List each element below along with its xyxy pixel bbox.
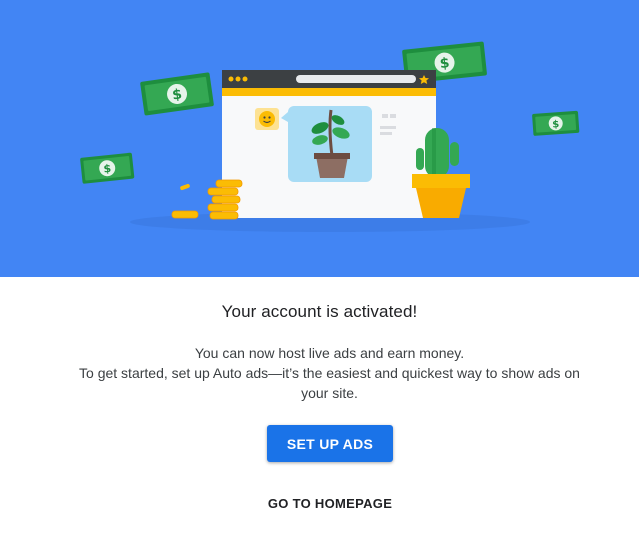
go-to-homepage-button[interactable]: GO TO HOMEPAGE [255, 491, 405, 515]
svg-text:$: $ [439, 55, 450, 72]
svg-text:$: $ [103, 162, 112, 176]
coin-stack-icon [171, 179, 243, 220]
smiley-avatar-icon [255, 108, 279, 130]
money-bill-icon: $ [532, 110, 580, 136]
browser-window-icon [222, 70, 436, 218]
description: You can now host live ads and earn money… [70, 343, 589, 403]
set-up-ads-button[interactable]: SET UP ADS [267, 425, 393, 462]
svg-text:$: $ [552, 119, 560, 130]
activation-dialog-content: Your account is activated! You can now h… [0, 277, 639, 543]
description-line: You can now host live ads and earn money… [194, 345, 465, 361]
page-title: Your account is activated! [221, 302, 418, 321]
activation-illustration: $ $ $ $ [80, 41, 580, 232]
money-bill-icon: $ [80, 152, 135, 184]
hero-illustration: $ $ $ $ [0, 0, 639, 277]
money-bill-icon: $ [140, 72, 214, 116]
description-line: To get started, set up Auto ads—it’s the… [79, 365, 580, 401]
